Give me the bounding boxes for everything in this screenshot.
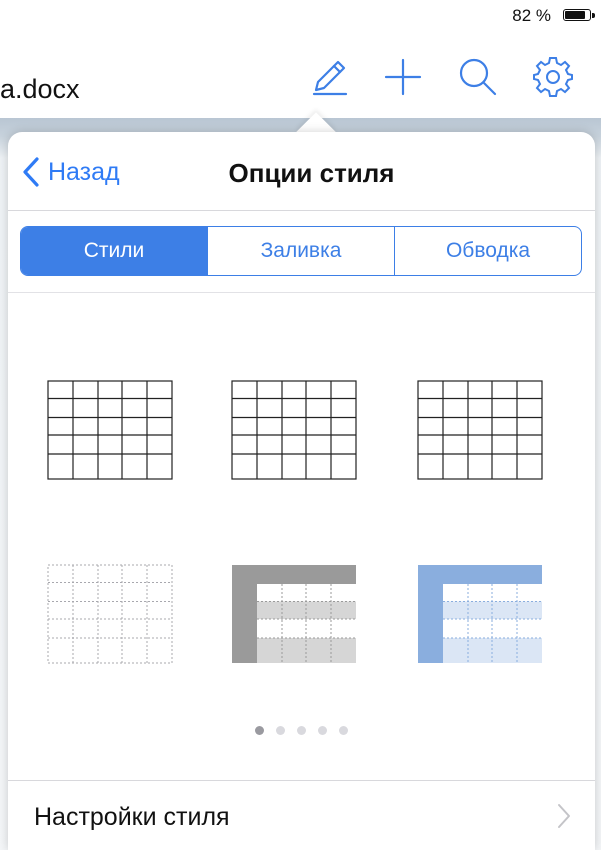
table-style-plain-1[interactable]: [42, 380, 178, 480]
tab-fill[interactable]: Заливка: [207, 227, 394, 275]
status-bar: 82 %: [0, 0, 601, 34]
table-style-gray-banded[interactable]: [226, 564, 362, 664]
document-toolbar: a.docx: [0, 34, 601, 118]
battery-percentage: 82 %: [512, 6, 551, 25]
tab-border[interactable]: Обводка: [394, 227, 581, 275]
page-dot: [318, 726, 327, 735]
table-style-grid: [8, 292, 595, 772]
popover-header: Назад Опции стиля: [8, 132, 595, 211]
table-style-plain-3[interactable]: [412, 380, 548, 480]
style-settings-label: Настройки стиля: [34, 803, 230, 831]
document-title: a.docx: [0, 74, 80, 104]
page-dot: [339, 726, 348, 735]
search-icon[interactable]: [455, 54, 501, 100]
gear-icon[interactable]: [530, 54, 576, 100]
table-style-blue-banded[interactable]: [412, 564, 548, 664]
style-settings-row[interactable]: Настройки стиля: [8, 781, 595, 850]
style-options-popover: Назад Опции стиля Стили Заливка Обводка: [8, 132, 595, 850]
chevron-right-icon: [558, 804, 570, 828]
plus-icon[interactable]: [380, 54, 426, 100]
page-dot: [276, 726, 285, 735]
page-indicator[interactable]: [8, 726, 595, 735]
style-segmented-control: Стили Заливка Обводка: [20, 226, 582, 276]
table-style-plain-2[interactable]: [226, 380, 362, 480]
battery-icon: [563, 9, 595, 23]
table-style-dotted[interactable]: [42, 564, 178, 664]
pencil-icon[interactable]: [306, 54, 352, 100]
popover-title: Опции стиля: [228, 158, 395, 188]
page-dot: [255, 726, 264, 735]
page-dot: [297, 726, 306, 735]
tab-styles[interactable]: Стили: [21, 227, 207, 275]
